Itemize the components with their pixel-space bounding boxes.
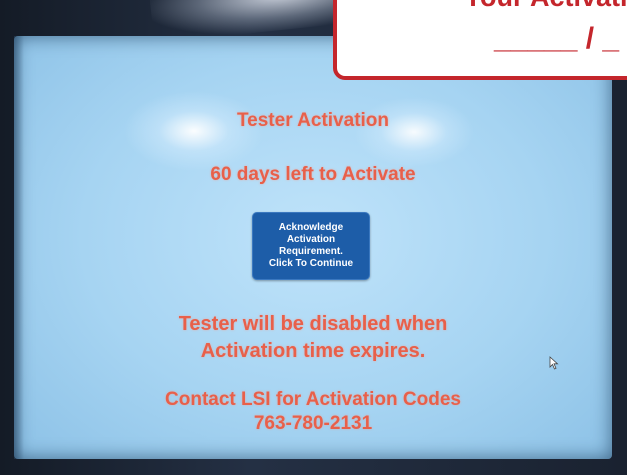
contact-info: Contact LSI for Activation Codes 763-780… xyxy=(14,388,612,436)
callout-code-blanks: _____ / _ xyxy=(494,22,620,55)
warning-line-1: Tester will be disabled when xyxy=(178,313,448,335)
screen-title: Tester Activation xyxy=(236,110,390,131)
phone-number: 763-780-2131 xyxy=(253,413,373,434)
tester-screen: Tester Activation 60 days left to Activa… xyxy=(14,36,612,459)
button-line-2: Activation xyxy=(286,234,336,245)
button-line-3: Requirement. xyxy=(279,246,343,257)
button-line-4: Click To Continue xyxy=(268,258,354,269)
callout-heading: Your Activati xyxy=(464,0,627,13)
acknowledge-button[interactable]: Acknowledge Activation Requirement. Clic… xyxy=(252,212,370,280)
contact-line: Contact LSI for Activation Codes xyxy=(165,389,461,410)
activation-callout-box: Your Activati _____ / _ xyxy=(333,0,627,80)
button-line-1: Acknowledge xyxy=(278,222,344,233)
days-left-text: 60 days left to Activate xyxy=(210,164,416,185)
warning-line-2: Activation time expires. xyxy=(200,340,426,362)
disable-warning: Tester will be disabled when Activation … xyxy=(14,311,612,365)
mouse-cursor-icon xyxy=(549,356,559,370)
screen-edge-shadow xyxy=(14,36,24,459)
